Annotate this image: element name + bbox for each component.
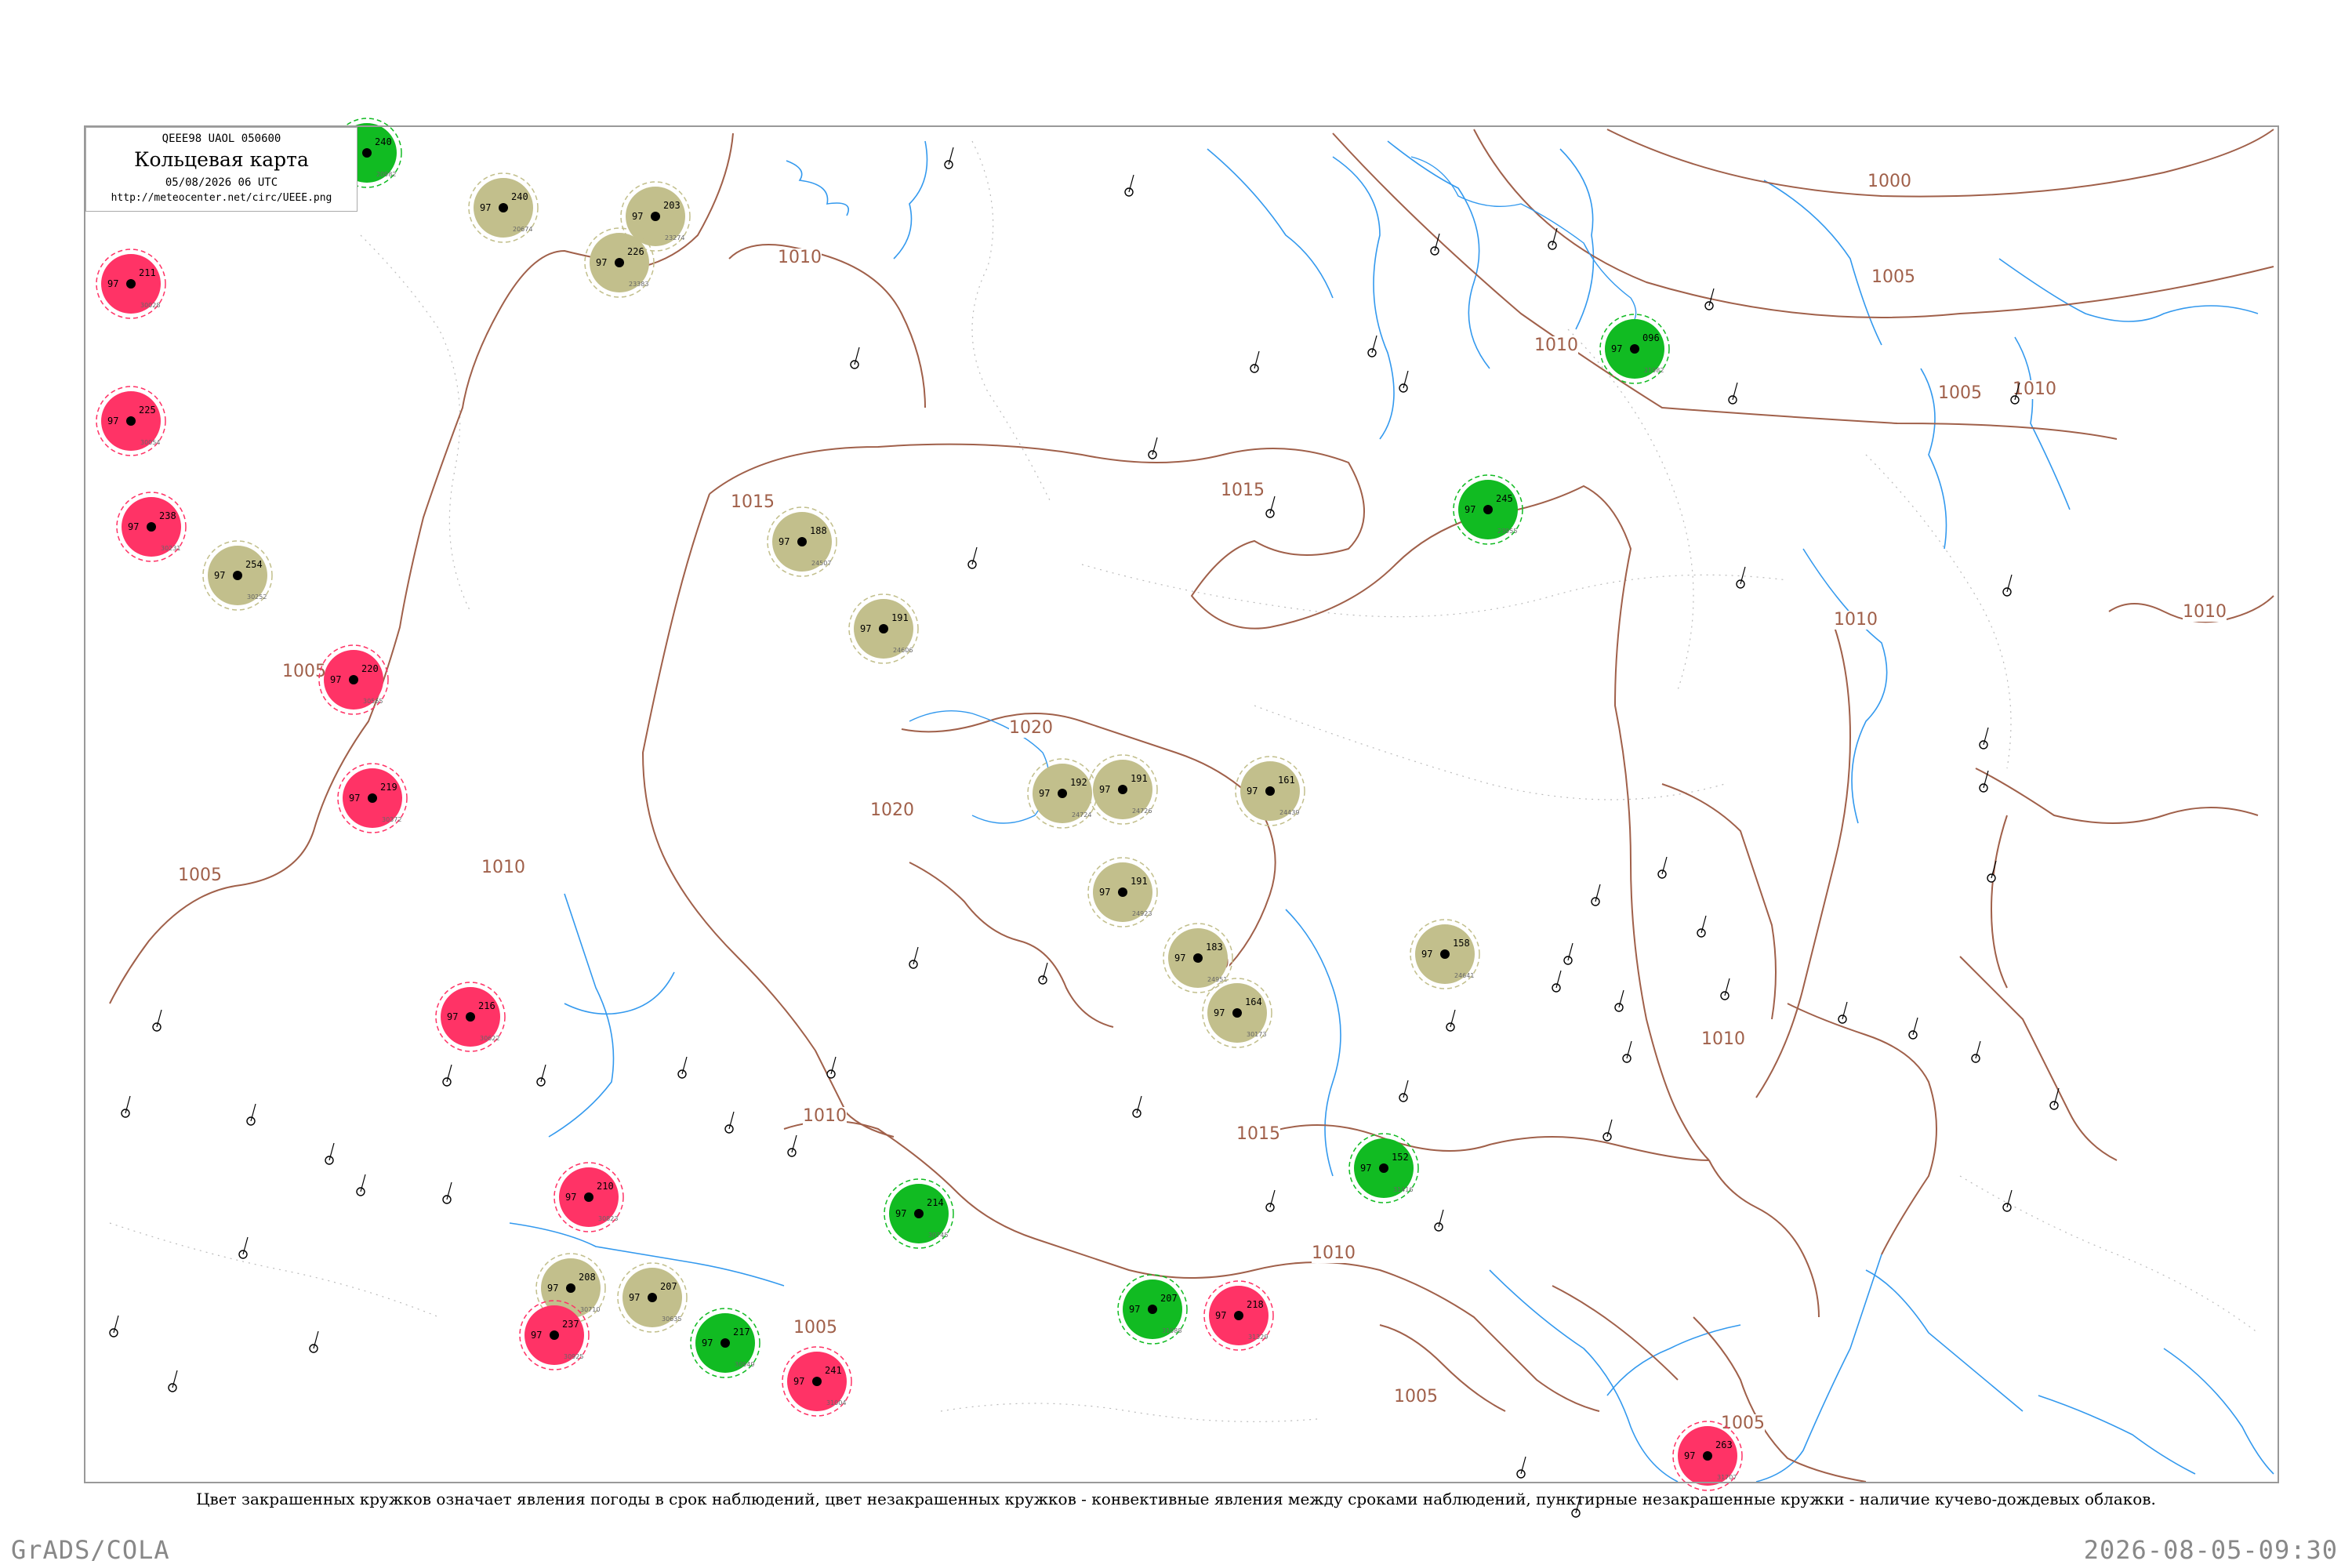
bulletin-code: QEEE98 UAOL 050600 bbox=[162, 132, 281, 145]
title-box: QEEE98 UAOL 050600 Кольцевая карта 05/08… bbox=[85, 127, 358, 212]
map-url[interactable]: http://meteocenter.net/circ/UEEE.png bbox=[86, 192, 357, 204]
map-title: Кольцевая карта bbox=[134, 148, 309, 171]
footer-timestamp: 2026-08-05-09:30 bbox=[2083, 1535, 2338, 1565]
map-date: 05/08/2026 06 UTC bbox=[165, 176, 278, 189]
map-frame bbox=[84, 125, 2279, 1483]
footer-software-label: GrADS/COLA bbox=[11, 1535, 170, 1565]
legend-note: Цвет закрашенных кружков означает явлени… bbox=[196, 1490, 2156, 1508]
